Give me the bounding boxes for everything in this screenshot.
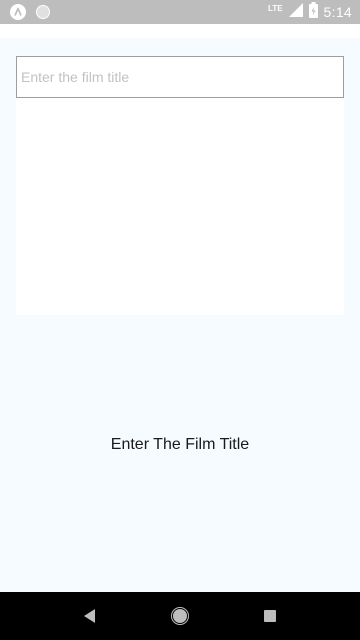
results-area bbox=[16, 98, 344, 315]
status-right: LTE 5:14 bbox=[268, 1, 352, 23]
signal-icon bbox=[288, 2, 303, 22]
home-icon[interactable] bbox=[170, 606, 190, 626]
app-screen: LTE 5:14 Enter The Film Title bbox=[0, 0, 360, 640]
recent-apps-icon[interactable] bbox=[260, 606, 280, 626]
app-logo-icon bbox=[10, 4, 26, 20]
lte-label: LTE bbox=[268, 3, 283, 13]
clock-time: 5:14 bbox=[323, 4, 352, 20]
empty-state-text: Enter The Film Title bbox=[110, 436, 250, 453]
status-dot-icon bbox=[36, 5, 50, 19]
status-left bbox=[10, 3, 50, 21]
film-title-input[interactable] bbox=[16, 56, 344, 98]
status-bar: LTE 5:14 bbox=[0, 0, 360, 24]
battery-icon bbox=[308, 1, 318, 23]
navigation-bar bbox=[0, 592, 360, 640]
search-card bbox=[16, 56, 344, 315]
app-header-band bbox=[0, 24, 360, 38]
back-icon[interactable] bbox=[80, 606, 100, 626]
